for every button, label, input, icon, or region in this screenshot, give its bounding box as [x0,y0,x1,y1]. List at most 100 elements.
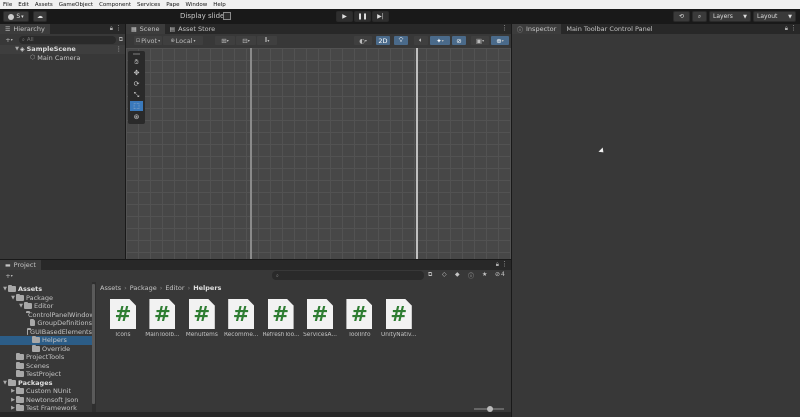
account-dropdown[interactable]: S ▾ [3,11,29,22]
scene-viewport[interactable] [126,48,511,259]
asset-script-file[interactable]: # RefreshToo... [263,299,299,338]
gizmos-dropdown[interactable]: ⊕ ▾ [491,36,509,45]
play-button[interactable]: ▶ [336,11,353,22]
create-asset-button[interactable]: + ▾ [2,271,16,280]
chevron-right-icon: › [187,283,191,292]
tag-icon[interactable]: ◆ [455,271,460,278]
toggle-2d-button[interactable]: 2D [376,36,390,45]
move-tool-button[interactable]: ✥ [130,68,143,78]
tab-project[interactable]: ▬ Project [0,260,41,270]
rect-tool-button[interactable]: ⬚ [130,101,143,111]
asset-script-file[interactable]: # MenuItems [184,299,220,338]
lock-icon[interactable]: 🔒︎ [785,25,788,33]
menu-assets[interactable]: Assets [35,2,53,8]
asset-script-file[interactable]: # UnityNativ... [381,299,417,338]
lock-icon[interactable]: 🔒︎ [496,261,499,269]
folder-icon [16,387,24,395]
project-search-field[interactable]: ⌕ [272,271,424,280]
more-options-icon[interactable]: ⋮ [790,24,797,32]
asset-script-file[interactable]: # MainToolb... [144,299,180,338]
rotate-tool-button[interactable]: ⟳ [130,79,143,89]
menu-services[interactable]: Services [137,2,160,8]
project-tree-item[interactable]: ▼ Package [0,293,92,303]
overlay-drag-handle[interactable] [133,53,140,55]
menu-file[interactable]: File [3,2,12,8]
star-icon[interactable]: ★ [482,271,487,278]
transform-tool-button[interactable]: ⊛ [130,112,143,122]
menu-pape[interactable]: Pape [166,2,179,8]
menu-help[interactable]: Help [213,2,226,8]
project-tree-item[interactable]: ▼ Packages [0,378,92,388]
menu-gameobject[interactable]: GameObject [59,2,93,8]
breadcrumb-item[interactable]: Package [130,284,157,292]
search-by-type-icon[interactable]: ⧉ [428,271,432,279]
filter-icon[interactable]: ⧉ [119,36,123,44]
layout-dropdown[interactable]: Layout ▼ [753,11,796,22]
project-tree-item[interactable]: ▼ Editor [0,302,92,311]
hierarchy-item-main-camera[interactable]: ⬡ Main Camera [0,54,125,63]
tab-scene[interactable]: ▦ Scene [126,24,165,34]
project-tree-item[interactable]: ▼ Assets [0,285,92,294]
project-tab-label: Project [13,261,36,269]
breadcrumb-item[interactable]: Editor [165,284,184,292]
lock-icon[interactable]: 🔒︎ [110,25,113,33]
audio-toggle[interactable]: 🔈︎ [414,36,428,45]
asset-script-file[interactable]: # Recomme... [223,299,259,338]
project-tree-item[interactable]: ▶ Newtonsoft Json [0,395,92,405]
lighting-toggle[interactable]: 💡︎ [394,36,408,45]
more-options-icon[interactable]: ⋮ [116,45,123,53]
align-dropdown[interactable]: ⫴ ▾ [257,36,277,45]
search-by-label-icon[interactable]: ◇ [442,271,447,278]
effects-dropdown[interactable]: ✦ ▾ [430,36,450,45]
layers-dropdown[interactable]: Layers ▼ [709,11,751,22]
tab-hierarchy[interactable]: ☰ Hierarchy [0,24,50,34]
favorite-icon[interactable]: ⓘ [468,271,474,280]
pivot-dropdown[interactable]: ⊡ Pivot ▾ [134,36,162,45]
project-tree-item[interactable]: ProjectTools [0,353,92,362]
asset-script-file[interactable]: # ToolInfo [341,299,377,338]
project-tree-item[interactable]: GroupDefinitions [0,319,92,328]
breadcrumb-item[interactable]: Assets [100,284,121,292]
project-tree-item[interactable]: Override [0,344,92,354]
cloud-button[interactable]: ☁ [33,11,47,22]
asset-script-file[interactable]: # ServicesA... [302,299,338,338]
display-slider-checkbox[interactable] [223,12,231,20]
project-tree-item[interactable]: ControlPanelWindow [0,310,92,320]
step-button[interactable]: ▶| [372,11,389,22]
inspector-tabbar: ⓘ Inspector Main Toolbar Control Panel 🔒… [512,24,800,34]
tab-asset-store[interactable]: ▤ Asset Store [165,24,221,34]
shading-mode-dropdown[interactable]: ◐ ▾ [354,36,372,45]
tab-main-toolbar-control-panel[interactable]: Main Toolbar Control Panel [561,24,657,34]
camera-dropdown[interactable]: ▣ ▾ [471,36,489,45]
more-options-icon[interactable]: ⋮ [115,24,122,32]
local-dropdown[interactable]: ⊕ Local ▾ [163,36,203,45]
project-tree-item[interactable]: ▶ Custom NUnit [0,387,92,396]
more-options-icon[interactable]: ⋮ [501,260,508,268]
menu-component[interactable]: Component [99,2,131,8]
icon-size-slider[interactable] [474,406,504,412]
more-options-icon[interactable]: ⋮ [501,24,508,32]
tree-scrollbar[interactable] [92,282,96,415]
pause-button[interactable]: ❚❚ [354,11,371,22]
breadcrumb-item[interactable]: Helpers [193,284,221,292]
menu-window[interactable]: Window [186,2,208,8]
hierarchy-search-field[interactable]: ⌕ All [19,35,116,44]
project-tree-item[interactable]: TestProject [0,370,92,379]
scale-tool-button[interactable]: ⤡ [130,90,143,100]
asset-script-file[interactable]: # Icons [105,299,141,338]
scene-row[interactable]: ▼ ◈ SampleScene ⋮ [0,45,125,54]
create-button[interactable]: + ▾ [2,35,16,44]
search-button[interactable]: ⌕ [692,11,707,22]
hand-tool-button[interactable]: ✋︎ [130,57,143,67]
project-tree-item[interactable]: GUIBasedElements [0,327,92,337]
increment-snap-dropdown[interactable]: ⊟ ▾ [236,36,256,45]
hidden-packages-toggle[interactable]: ⊘ 4 [495,271,505,278]
project-tree-item[interactable]: Scenes [0,361,92,371]
menu-edit[interactable]: Edit [18,2,29,8]
scene-visibility-toggle[interactable]: ⊘ [452,36,466,45]
tab-inspector[interactable]: ⓘ Inspector [512,24,562,34]
project-tree-item[interactable]: Helpers [0,336,92,345]
tree-scrollbar-thumb[interactable] [92,284,95,404]
history-button[interactable]: ⟲ [673,11,690,22]
grid-snapping-dropdown[interactable]: ⊞ ▾ [215,36,235,45]
